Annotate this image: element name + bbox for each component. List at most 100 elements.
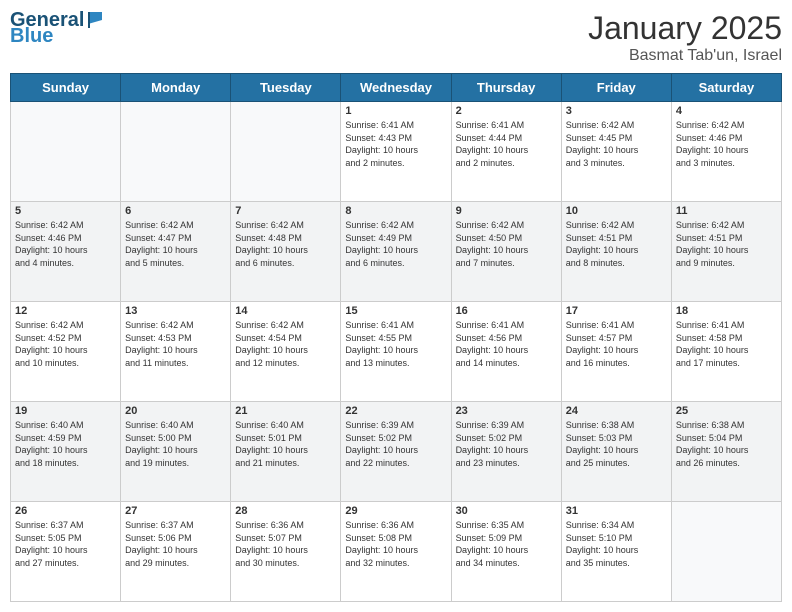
day-number: 6 [125,205,226,217]
day-number: 30 [456,505,557,517]
day-number: 14 [235,305,336,317]
calendar-cell: 23 Sunrise: 6:39 AM Sunset: 5:02 PM Dayli… [451,402,561,502]
day-info: Sunrise: 6:42 AM Sunset: 4:51 PM Dayligh… [566,219,667,269]
day-number: 12 [15,305,116,317]
calendar-cell: 5 Sunrise: 6:42 AM Sunset: 4:46 PM Daylig… [11,202,121,302]
month-title: January 2025 [588,10,782,47]
day-info: Sunrise: 6:39 AM Sunset: 5:02 PM Dayligh… [456,419,557,469]
calendar-cell: 18 Sunrise: 6:41 AM Sunset: 4:58 PM Dayli… [671,302,781,402]
calendar-cell: 30 Sunrise: 6:35 AM Sunset: 5:09 PM Dayli… [451,502,561,602]
day-info: Sunrise: 6:41 AM Sunset: 4:58 PM Dayligh… [676,319,777,369]
calendar-cell: 20Sunrise: 6:40 AM Sunset: 5:00 PM Dayli… [121,402,231,502]
day-number: 11 [676,205,777,217]
day-number: 31 [566,505,667,517]
calendar-cell: 6 Sunrise: 6:42 AM Sunset: 4:47 PM Daylig… [121,202,231,302]
day-info: Sunrise: 6:37 AM Sunset: 5:05 PM Dayligh… [15,519,116,569]
calendar-cell [671,502,781,602]
day-info: Sunrise: 6:41 AM Sunset: 4:56 PM Dayligh… [456,319,557,369]
day-header-wednesday: Wednesday [341,74,451,102]
calendar-cell: 17 Sunrise: 6:41 AM Sunset: 4:57 PM Dayli… [561,302,671,402]
day-number: 23 [456,405,557,417]
day-number: 27 [125,505,226,517]
day-number: 1 [345,105,446,117]
day-number: 7 [235,205,336,217]
day-info: Sunrise: 6:38 AM Sunset: 5:04 PM Dayligh… [676,419,777,469]
calendar-cell: 19 Sunrise: 6:40 AM Sunset: 4:59 PM Dayli… [11,402,121,502]
day-number: 22 [345,405,446,417]
day-info: Sunrise: 6:40 AM Sunset: 5:01 PM Dayligh… [235,419,336,469]
calendar-week-row: 26 Sunrise: 6:37 AM Sunset: 5:05 PM Dayli… [11,502,782,602]
day-info: Sunrise: 6:42 AM Sunset: 4:50 PM Dayligh… [456,219,557,269]
calendar-header-row: SundayMondayTuesdayWednesdayThursdayFrid… [11,74,782,102]
day-number: 18 [676,305,777,317]
calendar-cell: 21Sunrise: 6:40 AM Sunset: 5:01 PM Dayli… [231,402,341,502]
day-info: Sunrise: 6:42 AM Sunset: 4:51 PM Dayligh… [676,219,777,269]
day-info: Sunrise: 6:42 AM Sunset: 4:52 PM Dayligh… [15,319,116,369]
day-info: Sunrise: 6:42 AM Sunset: 4:46 PM Dayligh… [676,119,777,169]
calendar-cell: 2 Sunrise: 6:41 AM Sunset: 4:44 PM Daylig… [451,102,561,202]
calendar-cell: 4 Sunrise: 6:42 AM Sunset: 4:46 PM Daylig… [671,102,781,202]
calendar-week-row: 12 Sunrise: 6:42 AM Sunset: 4:52 PM Dayli… [11,302,782,402]
day-number: 13 [125,305,226,317]
day-header-thursday: Thursday [451,74,561,102]
logo-flag-icon [86,10,104,28]
calendar-cell: 7 Sunrise: 6:42 AM Sunset: 4:48 PM Daylig… [231,202,341,302]
header: General Blue January 2025 Basmat Tab'un,… [10,10,782,65]
day-info: Sunrise: 6:42 AM Sunset: 4:46 PM Dayligh… [15,219,116,269]
day-header-sunday: Sunday [11,74,121,102]
calendar-week-row: 1 Sunrise: 6:41 AM Sunset: 4:43 PM Daylig… [11,102,782,202]
day-number: 3 [566,105,667,117]
calendar-cell: 15Sunrise: 6:41 AM Sunset: 4:55 PM Dayli… [341,302,451,402]
calendar-cell: 31Sunrise: 6:34 AM Sunset: 5:10 PM Dayli… [561,502,671,602]
day-number: 5 [15,205,116,217]
day-number: 28 [235,505,336,517]
day-info: Sunrise: 6:36 AM Sunset: 5:07 PM Dayligh… [235,519,336,569]
calendar-table: SundayMondayTuesdayWednesdayThursdayFrid… [10,73,782,602]
day-info: Sunrise: 6:41 AM Sunset: 4:43 PM Dayligh… [345,119,446,169]
day-info: Sunrise: 6:38 AM Sunset: 5:03 PM Dayligh… [566,419,667,469]
logo: General Blue [10,10,104,46]
logo-text-blue: Blue [10,26,53,46]
calendar-cell: 22 Sunrise: 6:39 AM Sunset: 5:02 PM Dayli… [341,402,451,502]
day-header-tuesday: Tuesday [231,74,341,102]
day-info: Sunrise: 6:42 AM Sunset: 4:45 PM Dayligh… [566,119,667,169]
calendar-cell: 26 Sunrise: 6:37 AM Sunset: 5:05 PM Dayli… [11,502,121,602]
calendar-cell [11,102,121,202]
calendar-cell: 11 Sunrise: 6:42 AM Sunset: 4:51 PM Dayli… [671,202,781,302]
day-info: Sunrise: 6:41 AM Sunset: 4:57 PM Dayligh… [566,319,667,369]
day-number: 4 [676,105,777,117]
calendar-cell: 9Sunrise: 6:42 AM Sunset: 4:50 PM Daylig… [451,202,561,302]
day-info: Sunrise: 6:41 AM Sunset: 4:44 PM Dayligh… [456,119,557,169]
day-info: Sunrise: 6:42 AM Sunset: 4:47 PM Dayligh… [125,219,226,269]
calendar-cell: 25Sunrise: 6:38 AM Sunset: 5:04 PM Dayli… [671,402,781,502]
day-number: 16 [456,305,557,317]
day-info: Sunrise: 6:42 AM Sunset: 4:48 PM Dayligh… [235,219,336,269]
calendar-cell: 14Sunrise: 6:42 AM Sunset: 4:54 PM Dayli… [231,302,341,402]
day-number: 24 [566,405,667,417]
day-header-monday: Monday [121,74,231,102]
calendar-cell: 16 Sunrise: 6:41 AM Sunset: 4:56 PM Dayli… [451,302,561,402]
calendar-cell: 24 Sunrise: 6:38 AM Sunset: 5:03 PM Dayli… [561,402,671,502]
calendar-cell: 10Sunrise: 6:42 AM Sunset: 4:51 PM Dayli… [561,202,671,302]
calendar-cell: 29Sunrise: 6:36 AM Sunset: 5:08 PM Dayli… [341,502,451,602]
day-number: 17 [566,305,667,317]
day-number: 19 [15,405,116,417]
calendar-week-row: 5 Sunrise: 6:42 AM Sunset: 4:46 PM Daylig… [11,202,782,302]
day-info: Sunrise: 6:39 AM Sunset: 5:02 PM Dayligh… [345,419,446,469]
calendar-cell [231,102,341,202]
day-info: Sunrise: 6:37 AM Sunset: 5:06 PM Dayligh… [125,519,226,569]
calendar-cell: 1 Sunrise: 6:41 AM Sunset: 4:43 PM Daylig… [341,102,451,202]
day-number: 15 [345,305,446,317]
day-info: Sunrise: 6:40 AM Sunset: 4:59 PM Dayligh… [15,419,116,469]
day-header-friday: Friday [561,74,671,102]
calendar-cell [121,102,231,202]
day-info: Sunrise: 6:40 AM Sunset: 5:00 PM Dayligh… [125,419,226,469]
calendar-cell: 28 Sunrise: 6:36 AM Sunset: 5:07 PM Dayli… [231,502,341,602]
calendar-cell: 27 Sunrise: 6:37 AM Sunset: 5:06 PM Dayli… [121,502,231,602]
day-number: 8 [345,205,446,217]
day-number: 2 [456,105,557,117]
day-number: 26 [15,505,116,517]
day-header-saturday: Saturday [671,74,781,102]
day-info: Sunrise: 6:35 AM Sunset: 5:09 PM Dayligh… [456,519,557,569]
day-info: Sunrise: 6:42 AM Sunset: 4:53 PM Dayligh… [125,319,226,369]
